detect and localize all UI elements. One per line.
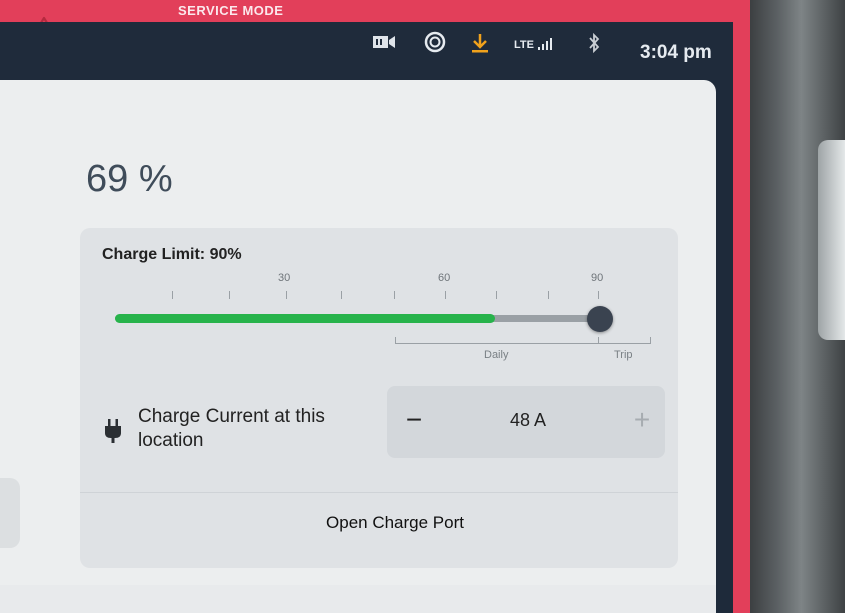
scale-tick	[286, 291, 287, 299]
scale-label-90: 90	[591, 272, 604, 284]
recording-icon[interactable]	[424, 31, 446, 53]
plug-icon	[105, 419, 121, 443]
decrease-current-button[interactable]: −	[400, 406, 428, 434]
daily-range-label[interactable]: Daily	[484, 349, 508, 361]
increase-current-button[interactable]: +	[628, 406, 656, 434]
charge-current-value: 48 A	[509, 410, 547, 430]
bezel-reflection	[818, 140, 845, 340]
clock: 3:04 pm	[640, 42, 712, 63]
scale-tick	[496, 291, 497, 299]
charge-current-label: Charge Current at this location	[138, 406, 325, 451]
bottom-panel	[0, 585, 716, 613]
download-icon[interactable]	[470, 32, 490, 54]
range-bracket-end	[395, 337, 396, 344]
open-charge-port-button[interactable]: Open Charge Port	[300, 509, 490, 537]
scale-tick	[341, 291, 342, 299]
trip-range-label[interactable]: Trip	[614, 349, 633, 361]
scale-tick	[172, 291, 173, 299]
plus-label: +	[633, 404, 651, 435]
touchscreen: SERVICE MODE LTE 3:04 pm 69 % Charge Lim…	[0, 0, 733, 613]
charge-level-fill	[115, 314, 495, 323]
scale-tick	[598, 291, 599, 299]
scale-label-30: 30	[278, 272, 291, 284]
scale-tick	[445, 291, 446, 299]
minus-label: −	[405, 404, 423, 435]
service-mode-label: SERVICE MODE	[178, 3, 284, 18]
network-label: LTE	[514, 39, 534, 51]
signal-indicator: LTE	[514, 36, 555, 51]
charge-limit-handle[interactable]	[587, 306, 613, 332]
charge-limit-label: Charge Limit: 90%	[102, 246, 242, 263]
side-panel-tab[interactable]	[0, 478, 20, 548]
card-divider	[80, 492, 678, 493]
scale-tick	[229, 291, 230, 299]
bluetooth-icon[interactable]	[587, 32, 601, 54]
scale-label-60: 60	[438, 272, 451, 284]
dashcam-icon[interactable]	[372, 34, 396, 50]
service-mode-bar: SERVICE MODE	[0, 0, 733, 22]
range-bracket	[395, 343, 650, 344]
range-bracket-end	[650, 337, 651, 344]
scale-tick	[548, 291, 549, 299]
scale-tick	[394, 291, 395, 299]
range-bracket-split	[598, 337, 599, 344]
signal-icon	[538, 38, 553, 50]
battery-level: 69 %	[86, 158, 173, 200]
